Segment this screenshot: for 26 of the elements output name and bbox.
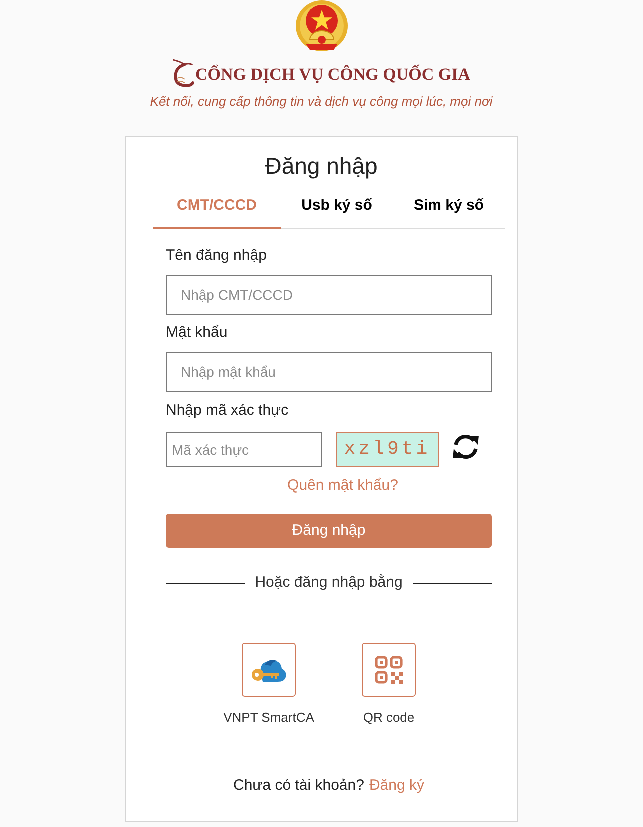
tab[interactable]: CMT/CCCD: [153, 186, 281, 229]
field-label: Nhập mã xác thực: [166, 401, 290, 421]
logo-icon: [172, 58, 194, 88]
site-title: CỔNG DỊCH VỤ CÔNG QUỐC GIA: [195, 64, 470, 86]
login-title: Đăng nhập: [264, 152, 379, 181]
tab[interactable]: Sim ký số: [393, 186, 505, 229]
refresh-icon[interactable]: [452, 432, 480, 460]
login-button[interactable]: Đăng nhập: [166, 514, 492, 548]
forgot-password-link[interactable]: Quên mật khẩu?: [288, 477, 398, 495]
site-tagline: Kết nối, cung cấp thông tin và dịch vụ công mọi lúc, mọi nơi: [150, 93, 493, 111]
login-method-button[interactable]: [242, 643, 296, 697]
method-label: QR code: [363, 709, 415, 727]
tab[interactable]: Usb ký số: [281, 186, 393, 229]
input-field[interactable]: Nhập CMT/CCCD: [166, 275, 492, 315]
divider-text: Hoặc đăng nhập bằng: [254, 573, 404, 593]
captcha-input[interactable]: Mã xác thực: [166, 432, 322, 467]
qr-code-icon: [375, 656, 403, 684]
signup-link[interactable]: Đăng ký: [369, 776, 424, 796]
captcha-image: xzl9ti: [336, 432, 439, 467]
emblem-icon: [294, 0, 350, 52]
input-field[interactable]: Nhập mật khẩu: [166, 352, 492, 392]
method-label: VNPT SmartCA: [224, 709, 314, 727]
field-label: Tên đăng nhập: [166, 246, 268, 266]
signup-prompt: Chưa có tài khoản?: [234, 776, 364, 796]
login-method-button[interactable]: [362, 643, 416, 697]
field-label: Mật khẩu: [166, 323, 229, 343]
